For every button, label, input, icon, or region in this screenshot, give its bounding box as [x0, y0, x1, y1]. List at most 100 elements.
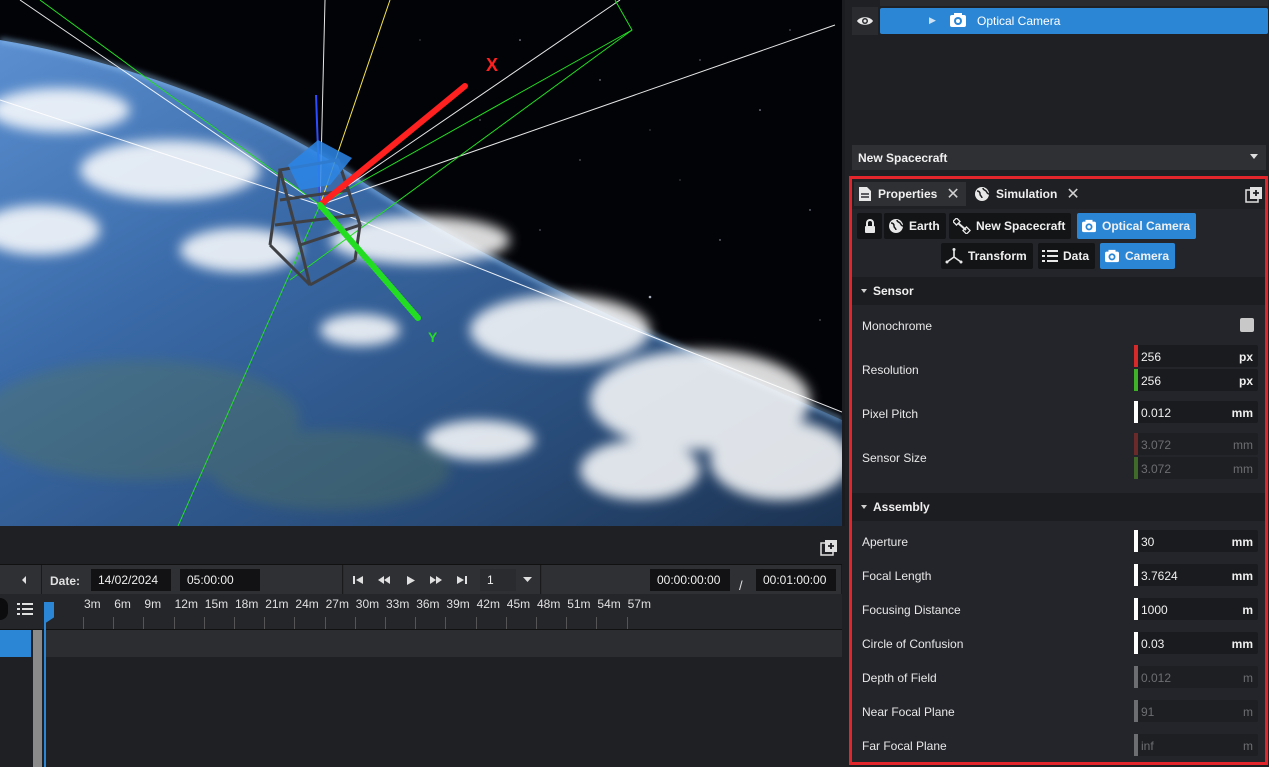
tick-line — [566, 617, 568, 629]
date-label: Date: — [50, 574, 81, 588]
tick-label: 30m — [355, 597, 380, 611]
time-ruler[interactable]: 3m 6m 9m 12m 15m 18m 21m 24m 27m 30m 33m 36m 39m 42m 4… — [0, 594, 842, 630]
skip-end-icon[interactable] — [451, 569, 473, 591]
tick-line — [596, 617, 598, 629]
tick-line — [203, 617, 205, 629]
assembly-row-unit: m — [1242, 603, 1253, 617]
close-icon[interactable]: ✕ — [1066, 184, 1079, 204]
resolution-x-field[interactable]: 256 px — [1134, 345, 1258, 367]
tick-line — [294, 617, 296, 629]
assembly-row-unit: m — [1243, 671, 1253, 685]
lock-icon — [864, 218, 875, 233]
tick-line — [385, 617, 386, 629]
collapse-triangle-icon — [861, 505, 867, 509]
breadcrumb-optical-camera[interactable]: Optical Camera — [1077, 213, 1197, 239]
date-field[interactable]: 14/02/2024 — [91, 569, 171, 591]
tick-line — [536, 617, 537, 629]
ruler-knob[interactable] — [0, 598, 8, 620]
section-assembly-header[interactable]: Assembly — [852, 493, 1265, 521]
tick-label: 15m — [204, 597, 229, 611]
tree-item-optical-camera[interactable]: ▶ Optical Camera — [852, 7, 1268, 35]
assembly-row-value: 0.012 — [1141, 671, 1172, 685]
tick-label: 21m — [265, 597, 289, 611]
assembly-row-field: inf m — [1134, 734, 1258, 756]
breadcrumb-spacecraft[interactable]: New Spacecraft — [949, 213, 1072, 239]
axis-y-label: Y — [428, 329, 438, 345]
speed-field[interactable]: 1 — [480, 569, 516, 591]
entity-selector-value: New Spacecraft — [858, 151, 948, 165]
fast-forward-icon[interactable] — [425, 569, 447, 591]
section-sensor-header[interactable]: Sensor — [852, 277, 1265, 305]
tree-item-label: Optical Camera — [977, 14, 1061, 28]
end-time-field[interactable]: 00:01:00:00 — [756, 569, 836, 591]
tick-label: 36m — [416, 597, 440, 611]
assembly-row-unit: mm — [1231, 637, 1253, 651]
speed-dropdown-icon[interactable] — [516, 569, 538, 591]
sensor-size-y-value: 3.072 — [1141, 462, 1172, 476]
expand-arrow-icon[interactable]: ▶ — [929, 15, 936, 26]
component-transform[interactable]: Transform — [941, 243, 1033, 269]
globe-icon — [889, 219, 904, 233]
track-selected[interactable] — [0, 630, 31, 657]
sensor-size-x-value: 3.072 — [1141, 438, 1172, 452]
assembly-row-field[interactable]: 1000 m — [1134, 598, 1258, 620]
list-icon[interactable] — [17, 602, 33, 619]
lock-button[interactable] — [857, 213, 882, 239]
close-icon[interactable]: ✕ — [946, 184, 959, 204]
add-tab-icon[interactable] — [1245, 186, 1263, 207]
tab-simulation-label: Simulation — [996, 187, 1058, 201]
component-data[interactable]: Data — [1038, 243, 1096, 269]
pixel-pitch-value: 0.012 — [1141, 406, 1172, 420]
tick-label: 6m — [114, 597, 131, 611]
tick-line — [113, 617, 115, 629]
current-time-field[interactable]: 00:00:00:00 — [650, 569, 730, 591]
rewind-icon[interactable] — [373, 569, 395, 591]
tab-properties[interactable]: Properties ✕ — [854, 182, 966, 206]
tick-line — [445, 617, 447, 629]
3d-viewport[interactable]: X Y — [0, 0, 842, 526]
playhead[interactable] — [44, 602, 46, 767]
play-icon[interactable] — [400, 569, 422, 591]
tick-label: 12m — [174, 597, 198, 611]
tick-label: 54m — [597, 597, 621, 611]
tree-row-above[interactable] — [880, 0, 1268, 6]
resolution-x-unit: px — [1238, 350, 1253, 364]
right-panel: ▶ Optical Camera New Spacecraft Properti… — [845, 0, 1269, 767]
entity-selector[interactable]: New Spacecraft — [852, 145, 1266, 170]
resolution-y-field[interactable]: 256 px — [1134, 369, 1258, 391]
time-field[interactable]: 05:00:00 — [180, 569, 260, 591]
assembly-row-field[interactable]: 30 mm — [1134, 530, 1258, 552]
tick-label: 9m — [144, 597, 162, 611]
timeline-track[interactable] — [46, 630, 842, 657]
satellite-icon — [953, 218, 971, 234]
tab-simulation[interactable]: Simulation ✕ — [970, 182, 1086, 206]
component-camera[interactable]: Camera — [1100, 243, 1176, 269]
visibility-eye-icon[interactable] — [852, 7, 878, 35]
tree-item-selected[interactable]: ▶ Optical Camera — [880, 8, 1268, 34]
tick-line — [324, 617, 326, 629]
timeline-toolbar: Date: 14/02/2024 05:00:00 1 00:00:00:00 … — [0, 564, 842, 595]
section-sensor-title: Sensor — [873, 284, 914, 298]
track-scrollbar[interactable] — [33, 630, 42, 767]
axis-x-label: X — [486, 55, 498, 75]
pixel-pitch-field[interactable]: 0.012 mm — [1134, 401, 1258, 423]
tick-label: 27m — [325, 597, 349, 611]
skip-start-icon[interactable] — [347, 569, 369, 591]
assembly-row-field[interactable]: 3.7624 mm — [1134, 564, 1258, 586]
sensor-size-x-unit: mm — [1233, 438, 1253, 452]
monochrome-label: Monochrome — [862, 319, 933, 333]
assembly-row-field: 91 m — [1134, 700, 1258, 722]
assembly-row-label: Circle of Confusion — [862, 637, 964, 651]
breadcrumb-optical-camera-label: Optical Camera — [1102, 219, 1191, 233]
collapse-left-icon[interactable] — [13, 569, 35, 591]
breadcrumb-earth[interactable]: Earth — [884, 213, 946, 239]
resolution-label: Resolution — [862, 363, 919, 377]
camera-icon — [1082, 219, 1096, 233]
monochrome-checkbox[interactable] — [1240, 318, 1254, 332]
add-panel-icon[interactable] — [820, 539, 838, 557]
properties-panel: Properties ✕ Simulation ✕ Earth New Spac… — [849, 176, 1268, 765]
component-tabs: Transform Data Camera — [852, 243, 1265, 269]
assembly-row-label: Aperture — [862, 535, 909, 549]
pixel-pitch-label: Pixel Pitch — [862, 407, 919, 421]
assembly-row-field[interactable]: 0.03 mm — [1134, 632, 1258, 654]
